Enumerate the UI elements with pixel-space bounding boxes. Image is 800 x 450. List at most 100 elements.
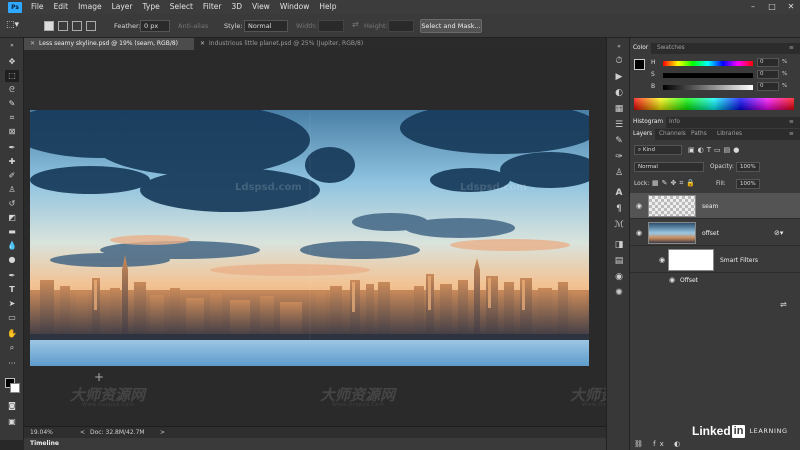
tab-layers[interactable]: Layers bbox=[630, 129, 656, 140]
width-input[interactable] bbox=[318, 20, 344, 32]
select-and-mask-button[interactable]: Select and Mask... bbox=[420, 19, 482, 33]
new-selection-icon[interactable] bbox=[44, 21, 54, 31]
notes-panel-icon[interactable]: ◨ bbox=[612, 238, 626, 252]
color-spectrum-bar[interactable] bbox=[634, 98, 794, 110]
layer-name-seam[interactable]: seam bbox=[702, 203, 718, 210]
brushes-panel-icon[interactable]: ✎ bbox=[612, 134, 626, 148]
navigator-panel-icon[interactable]: ✺ bbox=[612, 286, 626, 300]
crop-icon[interactable]: ⌗ bbox=[5, 112, 19, 124]
brightness-value[interactable]: 0 bbox=[757, 82, 779, 91]
dodge-icon[interactable]: ● bbox=[5, 254, 19, 266]
height-input[interactable] bbox=[388, 20, 414, 32]
panel-menu-icon[interactable]: ≡ bbox=[786, 129, 797, 140]
menu-edit[interactable]: Edit bbox=[49, 0, 74, 14]
menu-file[interactable]: File bbox=[26, 0, 49, 14]
brightness-slider[interactable]: B 0 % bbox=[651, 82, 787, 92]
layer-row-offset-filter[interactable]: ◉ Offset bbox=[630, 274, 800, 286]
saturation-slider[interactable]: S 0 % bbox=[651, 70, 787, 80]
maximize-button[interactable]: □ bbox=[763, 0, 781, 14]
panel-collapse-icon[interactable]: « bbox=[612, 40, 626, 54]
glyphs-panel-icon[interactable]: ℳ bbox=[612, 218, 626, 232]
tab-industrious-planet[interactable]: ✕ Industrious little planet.psd @ 25% (Ju… bbox=[194, 38, 394, 50]
filter-options-icon[interactable]: ⇌ bbox=[780, 300, 787, 309]
smart-object-icon[interactable]: ⊘▾ bbox=[774, 229, 783, 237]
skyline-image[interactable] bbox=[30, 110, 589, 366]
lasso-icon[interactable]: ᘓ bbox=[5, 84, 19, 96]
layer-row-offset[interactable]: ◉ offset ⊘▾ bbox=[630, 220, 800, 246]
intersect-selection-icon[interactable] bbox=[86, 21, 96, 31]
style-select[interactable]: Normal bbox=[244, 20, 288, 32]
tab-info[interactable]: Info bbox=[666, 117, 683, 128]
zoom-readout[interactable]: 19.04% bbox=[30, 427, 53, 438]
eraser-icon[interactable]: ◩ bbox=[5, 212, 19, 224]
clone-stamp-icon[interactable]: ♙ bbox=[5, 184, 19, 196]
antialias-checkbox[interactable]: Anti-alias bbox=[178, 22, 208, 30]
hue-slider[interactable]: H 0 % bbox=[651, 58, 787, 68]
more-tools-icon[interactable]: ··· bbox=[5, 358, 19, 370]
smart-filters-label[interactable]: Smart Filters bbox=[720, 257, 758, 264]
layer-filter-icons[interactable]: ▣◐T▭▤● bbox=[688, 146, 742, 154]
tab-libraries[interactable]: Libraries bbox=[714, 129, 745, 140]
menu-filter[interactable]: Filter bbox=[198, 0, 227, 14]
color-foreground-swatch[interactable] bbox=[634, 59, 645, 70]
screen-mode-icon[interactable]: ▣ bbox=[5, 416, 19, 428]
close-window-button[interactable]: ✕ bbox=[782, 0, 800, 14]
pen-icon[interactable]: ✒ bbox=[5, 270, 19, 282]
quick-mask-icon[interactable]: ◙ bbox=[5, 400, 19, 412]
visibility-eye-icon[interactable]: ◉ bbox=[635, 229, 643, 237]
menu-view[interactable]: View bbox=[247, 0, 275, 14]
history-brush-icon[interactable]: ↺ bbox=[5, 198, 19, 210]
tab-paths[interactable]: Paths bbox=[688, 129, 710, 140]
menu-window[interactable]: Window bbox=[275, 0, 315, 14]
hue-value[interactable]: 0 bbox=[757, 58, 779, 67]
visibility-eye-icon[interactable]: ◉ bbox=[668, 276, 676, 284]
subtract-selection-icon[interactable] bbox=[72, 21, 82, 31]
toolbar-collapse-icon[interactable]: » bbox=[5, 40, 19, 52]
close-icon[interactable]: ✕ bbox=[30, 40, 35, 47]
quick-select-icon[interactable]: ✎ bbox=[5, 98, 19, 110]
lock-icons[interactable]: ▦✎✥⌗🔒 bbox=[652, 179, 698, 188]
properties-panel-icon[interactable]: ☰ bbox=[612, 118, 626, 132]
layer-kind-filter[interactable]: ⌕ Kind bbox=[634, 145, 682, 155]
tab-histogram[interactable]: Histogram bbox=[630, 117, 667, 128]
close-icon[interactable]: ✕ bbox=[200, 40, 205, 47]
offset-filter-label[interactable]: Offset bbox=[680, 277, 698, 284]
layer-name-offset[interactable]: offset bbox=[702, 230, 719, 237]
timeline-panel-icon[interactable]: ▤ bbox=[612, 254, 626, 268]
tab-color[interactable]: Color bbox=[630, 43, 652, 54]
opacity-input[interactable]: 100% bbox=[736, 162, 760, 172]
tab-less-seamy-skyline[interactable]: ✕ Less seamy skyline.psd @ 19% (seam, RGB… bbox=[24, 38, 194, 50]
visibility-eye-icon[interactable]: ◉ bbox=[635, 202, 643, 210]
menu-image[interactable]: Image bbox=[73, 0, 107, 14]
add-selection-icon[interactable] bbox=[58, 21, 68, 31]
history-panel-icon[interactable]: ⏱ bbox=[612, 54, 626, 68]
frame-icon[interactable]: ⊠ bbox=[5, 126, 19, 138]
hand-icon[interactable]: ✋ bbox=[5, 328, 19, 340]
path-select-icon[interactable]: ➤ bbox=[5, 298, 19, 310]
actions-panel-icon[interactable]: ▶ bbox=[612, 70, 626, 84]
marquee-preset-icon[interactable]: ⬚▾ bbox=[6, 20, 19, 30]
type-icon[interactable]: T bbox=[5, 284, 19, 296]
menu-type[interactable]: Type bbox=[138, 0, 165, 14]
paragraph-panel-icon[interactable]: ¶ bbox=[612, 202, 626, 216]
tab-swatches[interactable]: Swatches bbox=[654, 43, 688, 54]
layer-row-seam[interactable]: ◉ seam bbox=[630, 193, 800, 219]
zoom-icon[interactable]: ⌕ bbox=[5, 342, 19, 354]
visibility-eye-icon[interactable]: ◉ bbox=[658, 256, 666, 264]
layer-actions-icons[interactable]: ⛓ fx ◐ bbox=[634, 440, 684, 448]
timeline-panel-tab[interactable]: Timeline bbox=[24, 438, 626, 450]
move-tool-icon[interactable]: ✥ bbox=[5, 56, 19, 68]
feather-input[interactable]: 0 px bbox=[140, 20, 170, 32]
blend-mode-select[interactable]: Normal bbox=[634, 162, 704, 172]
rectangular-marquee-icon[interactable]: ⬚ bbox=[5, 70, 19, 82]
eyedropper-icon[interactable]: ✒ bbox=[5, 142, 19, 154]
swap-icon[interactable]: ⇄ bbox=[352, 20, 359, 29]
clone-source-icon[interactable]: ♙ bbox=[612, 166, 626, 180]
brush-icon[interactable]: ✐ bbox=[5, 170, 19, 182]
fill-input[interactable]: 100% bbox=[736, 179, 760, 189]
character-panel-icon[interactable]: A bbox=[612, 186, 626, 200]
panel-menu-icon[interactable]: ≡ bbox=[786, 43, 797, 54]
status-arrow-icon[interactable]: < bbox=[80, 427, 85, 438]
layer-row-smart-filters[interactable]: ◉ Smart Filters bbox=[630, 247, 800, 273]
3d-panel-icon[interactable]: ◉ bbox=[612, 270, 626, 284]
